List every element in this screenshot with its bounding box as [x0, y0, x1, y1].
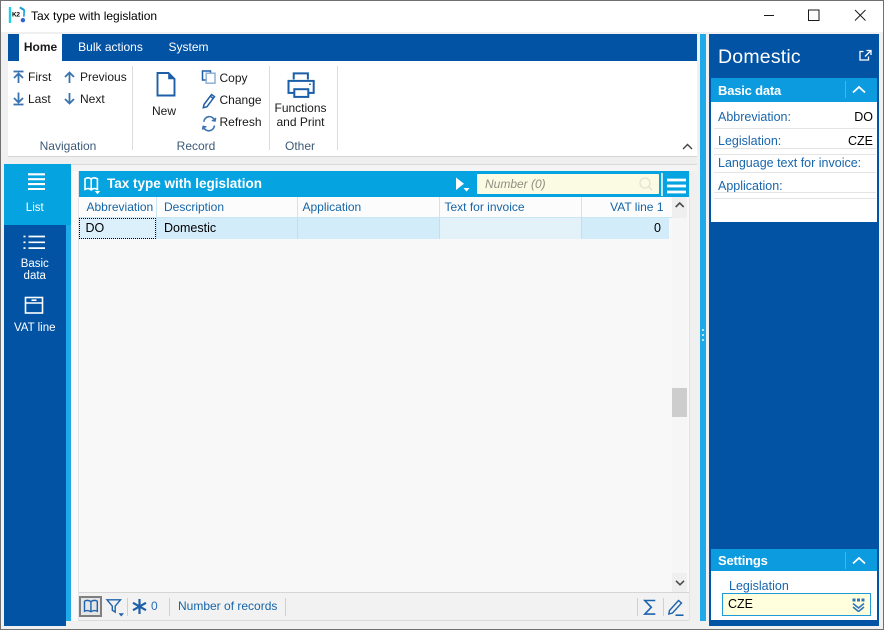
svg-text:K2: K2	[12, 12, 20, 19]
